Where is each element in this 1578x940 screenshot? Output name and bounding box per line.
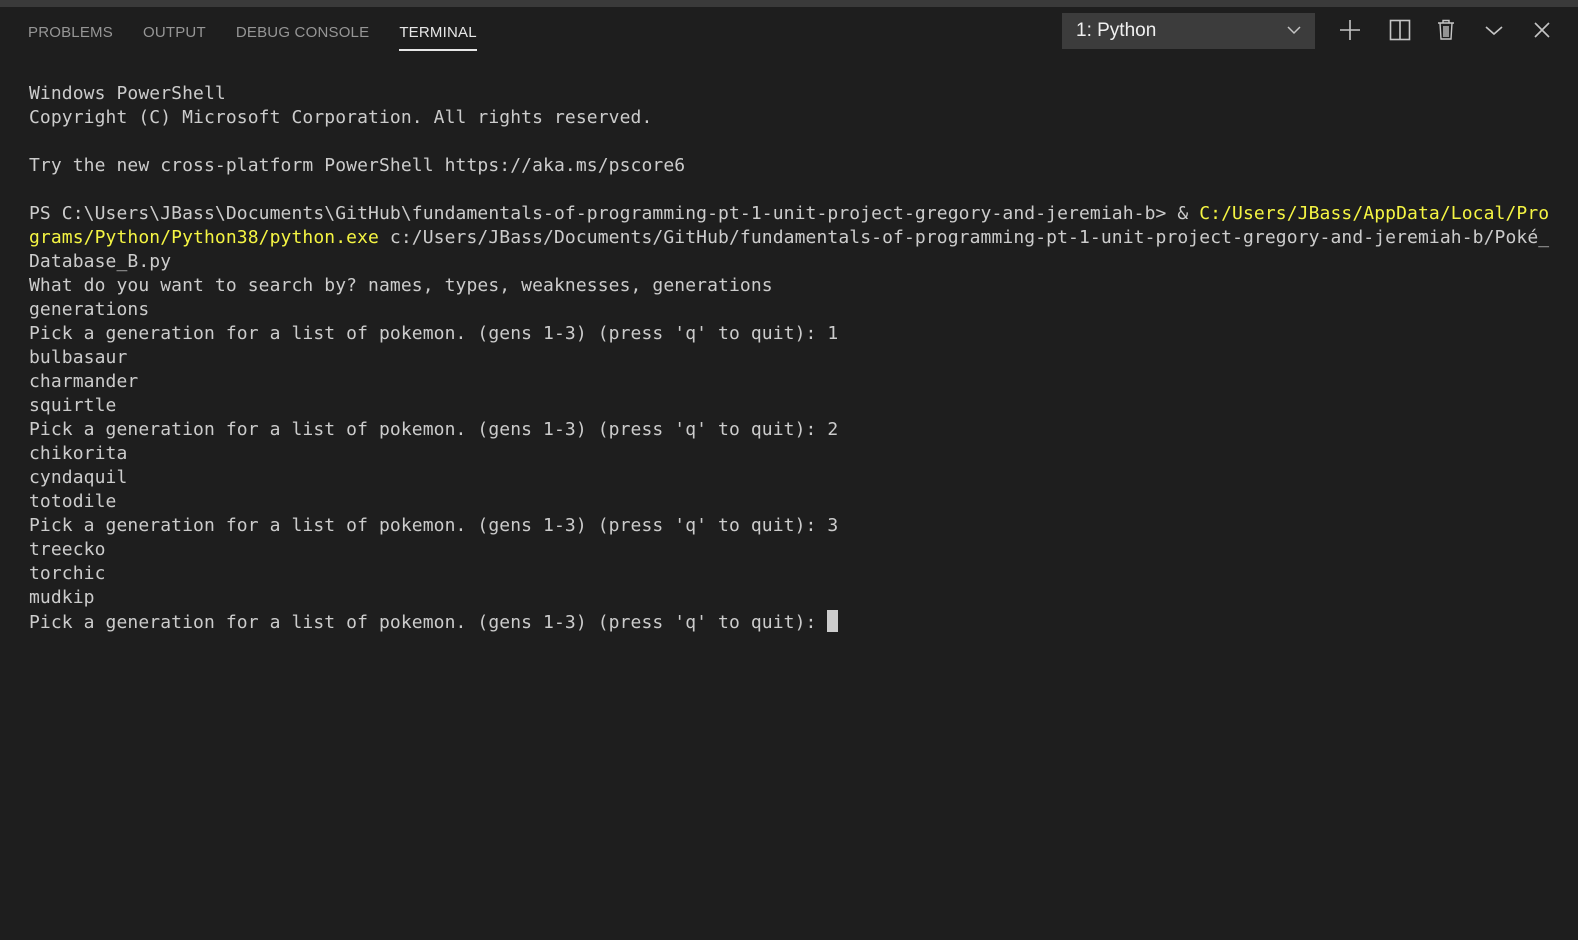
chevron-down-icon[interactable]	[1482, 18, 1506, 42]
tab-problems[interactable]: PROBLEMS	[28, 24, 113, 51]
panel-tabs: PROBLEMS OUTPUT DEBUG CONSOLE TERMINAL	[28, 24, 507, 51]
terminal-line: mudkip	[29, 587, 95, 608]
terminal-line: bulbasaur	[29, 347, 128, 368]
terminal-line: Database_B.py	[29, 251, 172, 272]
trash-icon[interactable]	[1434, 18, 1458, 42]
terminal-command: PS C:\Users\JBass\Documents\GitHub\funda…	[29, 203, 1550, 224]
terminal-line: Pick a generation for a list of pokemon.…	[29, 419, 839, 440]
tab-terminal[interactable]: TERMINAL	[399, 24, 477, 51]
terminal-line: Windows PowerShell	[29, 83, 226, 104]
terminal-line: totodile	[29, 491, 117, 512]
terminal-line: Pick a generation for a list of pokemon.…	[29, 323, 839, 344]
terminal-cursor	[827, 610, 839, 632]
terminal-line: charmander	[29, 371, 139, 392]
terminal-select[interactable]: 1: Python	[1062, 13, 1315, 49]
tab-output[interactable]: OUTPUT	[143, 24, 206, 51]
terminal-line: Pick a generation for a list of pokemon.…	[29, 515, 839, 536]
terminal-command-cont: grams/Python/Python38/python.exe c:/User…	[29, 227, 1550, 248]
terminal-line: cyndaquil	[29, 467, 128, 488]
tab-debug-console[interactable]: DEBUG CONSOLE	[236, 24, 369, 51]
terminal-select-value: 1: Python	[1076, 20, 1157, 41]
split-icon[interactable]	[1388, 18, 1412, 42]
top-border	[0, 0, 1578, 7]
close-icon[interactable]	[1530, 18, 1554, 42]
terminal-prompt-line[interactable]: Pick a generation for a list of pokemon.…	[29, 610, 1549, 635]
terminal-line: torchic	[29, 563, 106, 584]
terminal-line: Try the new cross-platform PowerShell ht…	[29, 155, 686, 176]
chevron-down-icon	[1287, 26, 1301, 35]
terminal-line: treecko	[29, 539, 106, 560]
terminal-line: chikorita	[29, 443, 128, 464]
terminal-line: What do you want to search by? names, ty…	[29, 275, 773, 296]
plus-icon[interactable]	[1338, 18, 1362, 42]
terminal-line: generations	[29, 299, 150, 320]
terminal-output[interactable]: Windows PowerShell Copyright (C) Microsof…	[29, 82, 1549, 635]
terminal-line: squirtle	[29, 395, 117, 416]
terminal-line: Copyright (C) Microsoft Corporation. All…	[29, 107, 653, 128]
